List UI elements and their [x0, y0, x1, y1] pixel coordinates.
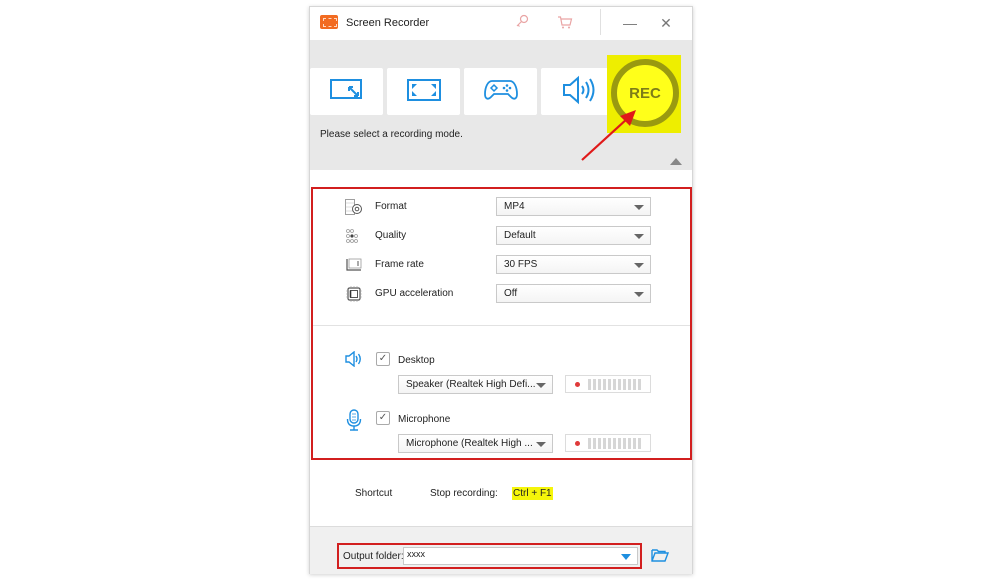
output-folder-highlight: Output folder: xxxx [337, 543, 642, 569]
microphone-device-value: Microphone (Realtek High ... [406, 438, 533, 449]
format-row: Format MP4 [313, 197, 690, 217]
output-folder-label: Output folder: [343, 551, 404, 562]
quality-dots-icon [345, 228, 363, 244]
gpu-acceleration-value: Off [504, 288, 518, 299]
format-value: MP4 [504, 201, 525, 212]
game-capture-button[interactable] [464, 68, 537, 115]
gpu-acceleration-label: GPU acceleration [375, 288, 454, 299]
cart-icon[interactable] [556, 14, 574, 32]
desktop-audio-label: Desktop [398, 355, 435, 366]
output-folder-value: xxxx [407, 549, 425, 559]
volume-bars [588, 438, 641, 449]
frame-rate-value: 30 FPS [504, 259, 538, 270]
frame-rate-icon [345, 257, 363, 273]
chevron-down-icon [536, 383, 546, 388]
chevron-down-icon [536, 442, 546, 447]
frame-rate-select[interactable]: 30 FPS [496, 255, 651, 274]
minimize-button[interactable]: — [620, 13, 640, 33]
gpu-acceleration-row: GPU acceleration Off [313, 284, 690, 304]
recording-mode-panel: REC Please select a recording mode. [310, 40, 692, 170]
key-icon[interactable] [513, 14, 531, 32]
desktop-speaker-icon [345, 350, 363, 370]
quality-select[interactable]: Default [496, 226, 651, 245]
microphone-label: Microphone [398, 414, 451, 425]
fullscreen-capture-button[interactable] [387, 68, 460, 115]
footer: Output folder: xxxx [310, 526, 692, 574]
title-bar: Screen Recorder — ✕ [310, 7, 692, 40]
desktop-device-value: Speaker (Realtek High Defi... [406, 379, 536, 390]
record-dot-icon [575, 382, 580, 387]
format-label: Format [375, 201, 407, 212]
desktop-device-select[interactable]: Speaker (Realtek High Defi... [398, 375, 553, 394]
gamepad-icon [483, 77, 519, 106]
frame-rate-row: Frame rate 30 FPS [313, 255, 690, 275]
stop-recording-shortcut[interactable]: Ctrl + F1 [512, 487, 553, 500]
format-select[interactable]: MP4 [496, 197, 651, 216]
chevron-down-icon [634, 205, 644, 210]
screen-recorder-window: Screen Recorder — ✕ REC Please select a … [309, 6, 693, 574]
gpu-chip-icon [345, 286, 363, 302]
audio-only-button[interactable] [541, 68, 614, 115]
output-folder-input[interactable]: xxxx [403, 547, 638, 565]
mode-hint: Please select a recording mode. [320, 129, 463, 140]
format-gear-icon [345, 199, 363, 215]
frame-rate-label: Frame rate [375, 259, 424, 270]
microphone-icon [346, 409, 362, 434]
settings-divider [313, 325, 690, 326]
app-logo-icon [320, 15, 338, 29]
gpu-acceleration-select[interactable]: Off [496, 284, 651, 303]
stop-recording-label: Stop recording: [430, 488, 498, 499]
record-dot-icon [575, 441, 580, 446]
quality-label: Quality [375, 230, 407, 241]
fullscreen-icon [406, 77, 442, 106]
chevron-down-icon [634, 234, 644, 239]
volume-bars [588, 379, 641, 390]
region-resize-icon [329, 77, 365, 106]
collapse-arrow-icon[interactable] [670, 158, 682, 165]
microphone-volume-meter [565, 434, 651, 452]
chevron-down-icon[interactable] [621, 554, 631, 560]
microphone-device-select[interactable]: Microphone (Realtek High ... [398, 434, 553, 453]
region-capture-button[interactable] [310, 68, 383, 115]
settings-panel: Format MP4 Quality Default Frame rate 30… [311, 187, 692, 460]
app-title: Screen Recorder [346, 17, 430, 29]
open-folder-icon[interactable] [651, 548, 670, 562]
titlebar-separator [600, 9, 601, 35]
chevron-down-icon [634, 263, 644, 268]
desktop-audio-checkbox[interactable]: ✓ [376, 352, 390, 366]
quality-row: Quality Default [313, 226, 690, 246]
shortcut-label: Shortcut [355, 488, 393, 499]
close-button[interactable]: ✕ [656, 13, 676, 33]
speaker-icon [560, 75, 596, 108]
quality-value: Default [504, 230, 536, 241]
chevron-down-icon [634, 292, 644, 297]
desktop-volume-meter [565, 375, 651, 393]
microphone-checkbox[interactable]: ✓ [376, 411, 390, 425]
rec-button[interactable]: REC [611, 59, 679, 127]
